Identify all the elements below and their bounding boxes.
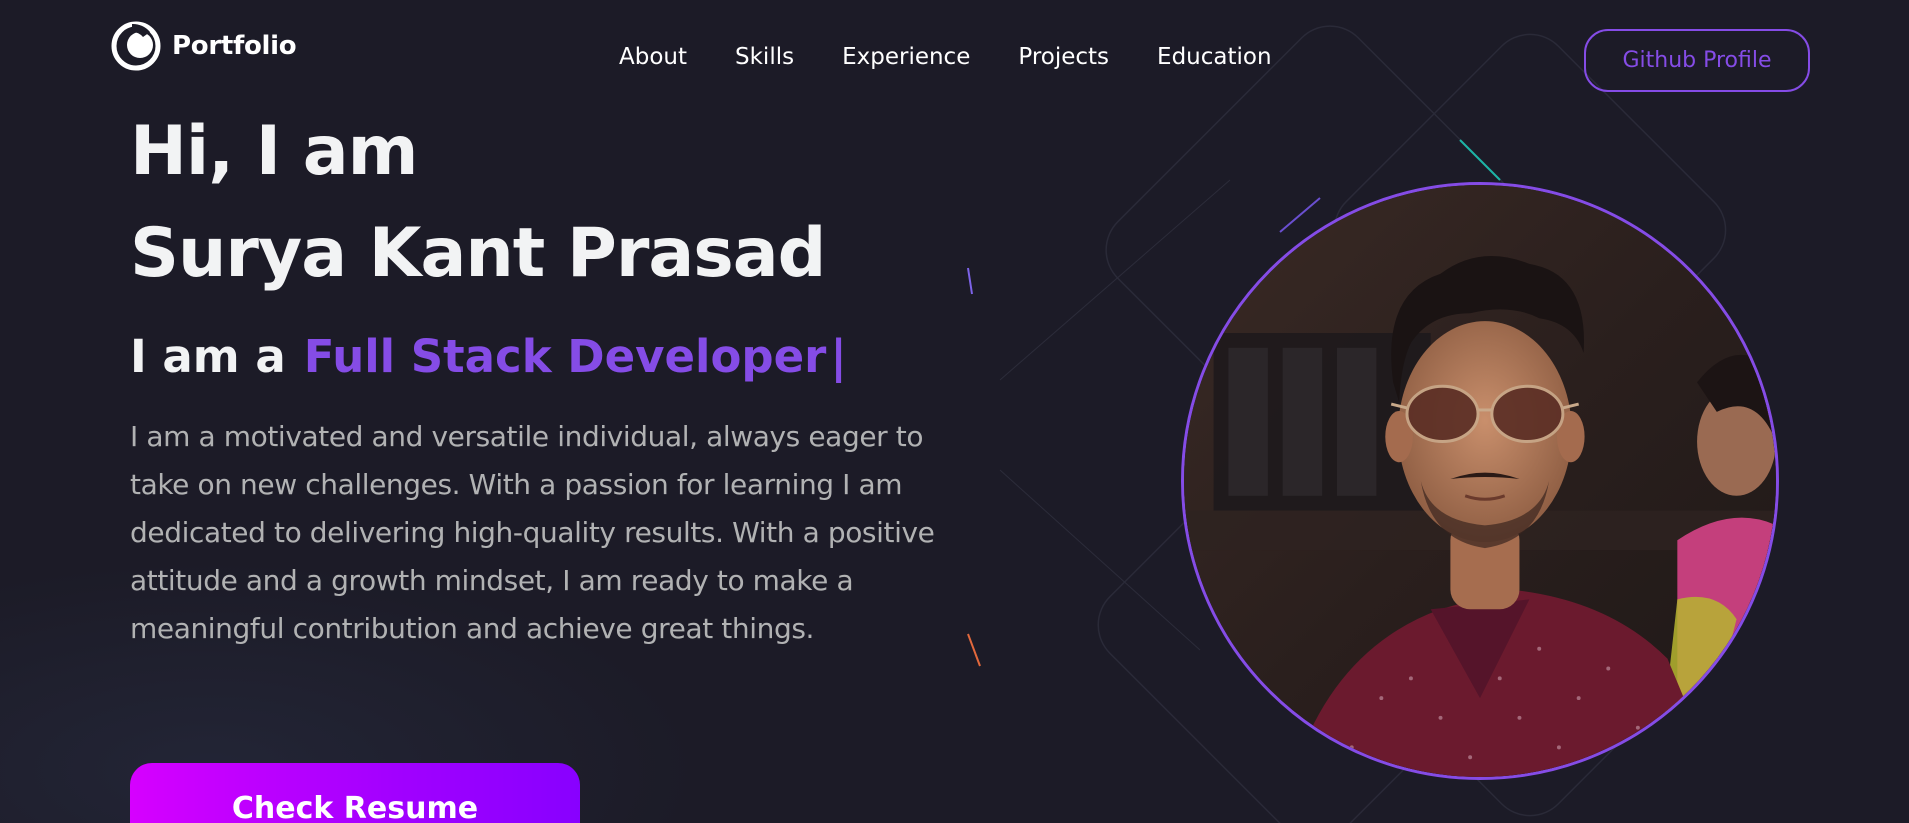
nav-link-skills[interactable]: Skills	[735, 44, 794, 70]
role-typewriter-text: Full Stack Developer	[303, 330, 827, 383]
hero-role: I am a Full Stack Developer |	[130, 330, 847, 383]
top-navbar: Portfolio About Skills Experience Projec…	[0, 0, 1909, 100]
nav-link-education[interactable]: Education	[1157, 44, 1272, 70]
nav-link-about[interactable]: About	[619, 44, 687, 70]
nav-link-experience[interactable]: Experience	[842, 44, 970, 70]
check-resume-button[interactable]: Check Resume	[130, 763, 580, 823]
hero-description: I am a motivated and versatile individua…	[130, 420, 935, 645]
profile-photo	[1181, 182, 1779, 780]
hero-greeting: Hi, I am	[130, 112, 418, 191]
brand-name: Portfolio	[172, 31, 297, 61]
decor-streak-orange	[967, 633, 981, 667]
profile-photo-illustration	[1184, 185, 1776, 777]
role-prefix: I am a	[130, 330, 286, 383]
nav-links: About Skills Experience Projects Educati…	[619, 44, 1272, 70]
hero-name: Surya Kant Prasad	[130, 214, 826, 293]
nav-link-projects[interactable]: Projects	[1018, 44, 1109, 70]
decor-streak-purple	[967, 267, 973, 295]
decor-line	[999, 469, 1201, 651]
github-profile-button[interactable]: Github Profile	[1584, 29, 1810, 92]
decor-streak-teal	[1459, 139, 1501, 181]
decor-line	[999, 179, 1231, 381]
portfolio-logo-icon	[111, 21, 161, 71]
decor-streak-purple	[1279, 197, 1321, 233]
typewriter-cursor: |	[830, 330, 847, 383]
brand-logo[interactable]: Portfolio	[110, 20, 297, 72]
